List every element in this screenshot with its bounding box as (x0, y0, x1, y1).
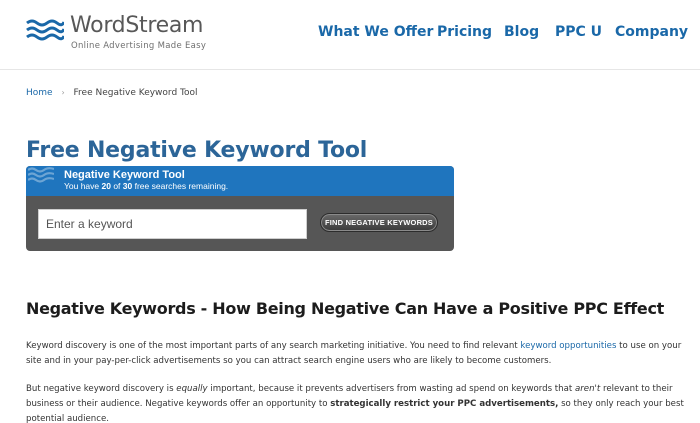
breadcrumb-home-link[interactable]: Home (26, 88, 53, 98)
breadcrumb-separator: › (61, 88, 65, 97)
waves-watermark-icon (28, 167, 54, 183)
logo-wordmark: WordStream (70, 13, 204, 38)
searches-remaining-text: You have 20 of 30 free searches remainin… (64, 181, 229, 191)
negative-keyword-tool-widget: Negative Keyword Tool You have 20 of 30 … (26, 166, 454, 251)
tool-header: Negative Keyword Tool You have 20 of 30 … (26, 166, 454, 196)
nav-item-pricing[interactable]: Pricing (437, 24, 492, 40)
site-header: WordStream Online Advertising Made Easy … (0, 0, 700, 70)
breadcrumb: Home › Free Negative Keyword Tool (26, 88, 198, 98)
nav-item-blog[interactable]: Blog (504, 24, 539, 40)
wordstream-logo[interactable]: WordStream Online Advertising Made Easy (26, 13, 207, 56)
article-heading: Negative Keywords - How Being Negative C… (26, 299, 664, 318)
keyword-opportunities-link[interactable]: keyword opportunities (520, 341, 616, 351)
article-paragraph-2: But negative keyword discovery is equall… (26, 384, 684, 423)
find-negative-keywords-button[interactable]: FIND NEGATIVE KEYWORDS (320, 213, 438, 232)
waves-logo-icon (26, 19, 64, 41)
nav-item-company[interactable]: Company (615, 24, 688, 40)
searches-used-count: 20 (101, 181, 111, 191)
logo-tagline: Online Advertising Made Easy (71, 41, 207, 51)
page-title: Free Negative Keyword Tool (26, 138, 368, 163)
article-paragraph-1: Keyword discovery is one of the most imp… (26, 341, 682, 366)
tool-title: Negative Keyword Tool (64, 169, 185, 181)
nav-item-what-we-offer[interactable]: What We Offer (318, 24, 433, 40)
breadcrumb-current: Free Negative Keyword Tool (73, 88, 198, 98)
nav-item-ppc-u[interactable]: PPC U (555, 24, 602, 40)
keyword-input[interactable] (38, 209, 307, 239)
searches-total-count: 30 (122, 181, 133, 191)
